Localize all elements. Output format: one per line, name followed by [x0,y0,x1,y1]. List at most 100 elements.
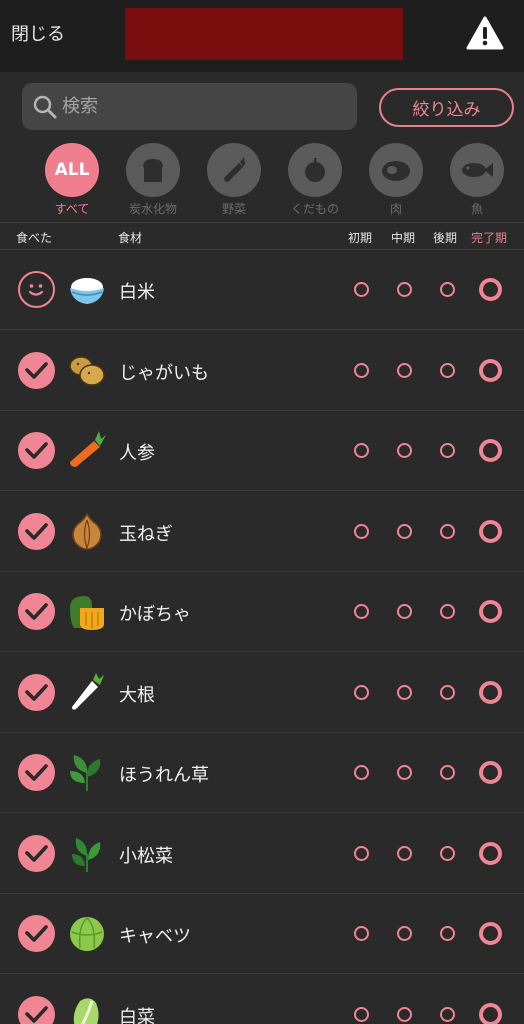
stage-late-circle[interactable] [440,926,455,941]
stage-late-circle[interactable] [440,523,455,539]
eaten-check-icon[interactable] [18,593,55,630]
stage-middle-circle[interactable] [397,765,412,780]
daikon-icon [66,671,108,713]
category-fish[interactable]: 魚 [437,138,517,218]
carrot-icon [224,157,247,182]
stage-late-circle[interactable] [440,765,455,780]
food-name: かぼちゃ [119,604,191,625]
stage-early-circle[interactable] [354,684,369,700]
stage-middle-circle[interactable] [397,1006,412,1022]
food-name: 白菜 [119,1006,155,1024]
food-row[interactable]: かぼちゃ [0,572,524,652]
food-name: 小松菜 [119,845,173,867]
stage-late-circle[interactable] [440,282,455,297]
category-label: 野菜 [221,202,246,216]
column-early: 初期 [348,231,373,245]
category-label: すべて [54,202,90,216]
filter-button[interactable]: 絞り込み [379,88,514,127]
eaten-check-icon[interactable] [18,834,55,872]
stage-middle-circle[interactable] [397,362,412,378]
stage-early-circle[interactable] [354,443,369,458]
stage-late-circle[interactable] [440,845,455,861]
stage-middle-circle[interactable] [397,684,412,700]
food-row[interactable]: 人参 [0,411,524,491]
column-late: 後期 [433,231,458,245]
stage-late-circle[interactable] [440,604,455,619]
food-row[interactable]: キャベツ [0,894,524,974]
not-eaten-face-icon[interactable] [18,271,55,308]
eaten-check-icon[interactable] [18,754,55,791]
stage-early-circle[interactable] [354,523,369,539]
food-row[interactable]: 小松菜 [0,814,524,894]
stage-early-circle[interactable] [354,282,369,297]
eaten-check-icon[interactable] [18,915,55,952]
food-row[interactable]: ほうれん草 [0,733,524,813]
all-badge: ALL [45,143,99,197]
food-row[interactable]: じゃがいも [0,331,524,411]
category-fruits[interactable]: くだもの [275,138,355,218]
stage-complete-circle[interactable] [479,278,502,301]
stage-early-circle[interactable] [354,362,369,378]
food-name: 大根 [119,684,155,706]
column-middle: 中期 [391,231,416,245]
column-header: 食べた 食材 初期 中期 後期 完了期 [0,222,524,250]
category-label: 炭水化物 [128,202,177,216]
stage-late-circle[interactable] [440,443,455,458]
stage-middle-circle[interactable] [397,282,412,297]
column-eaten: 食べた [16,231,53,245]
stage-complete-circle[interactable] [479,680,502,704]
search-input[interactable] [62,83,347,130]
category-bar: ALL すべて 炭水化物 野菜 くだもの 肉 魚 [0,138,524,218]
stage-late-circle[interactable] [440,362,455,378]
food-name: じゃがいも [119,362,209,384]
stage-complete-circle[interactable] [479,358,502,382]
category-meat[interactable]: 肉 [356,138,436,218]
eaten-check-icon[interactable] [18,351,55,389]
stage-complete-circle[interactable] [479,519,502,543]
stage-late-circle[interactable] [440,1006,455,1022]
potato-icon [66,349,108,391]
stage-middle-circle[interactable] [397,443,412,458]
food-name: ほうれん草 [119,765,209,786]
category-carbs[interactable]: 炭水化物 [113,138,193,218]
stage-early-circle[interactable] [354,1006,369,1022]
stage-complete-circle[interactable] [479,439,502,462]
top-bar: 閉じる [0,0,524,72]
close-button[interactable]: 閉じる [11,20,65,46]
category-label: くだもの [290,202,339,216]
stage-early-circle[interactable] [354,604,369,619]
stage-middle-circle[interactable] [397,604,412,619]
stage-complete-circle[interactable] [479,922,502,945]
stage-complete-circle[interactable] [479,1002,502,1024]
warning-triangle-icon[interactable] [466,16,504,50]
stage-middle-circle[interactable] [397,845,412,861]
category-label: 魚 [470,202,483,216]
food-row[interactable]: 大根 [0,653,524,733]
chinese-cabbage-icon [66,993,108,1024]
eaten-check-icon[interactable] [18,995,55,1024]
category-all[interactable]: ALL すべて [32,138,112,218]
food-row[interactable]: 玉ねぎ [0,492,524,572]
category-vegetables[interactable]: 野菜 [194,138,274,218]
stage-early-circle[interactable] [354,926,369,941]
food-name: 玉ねぎ [119,523,173,545]
stage-middle-circle[interactable] [397,926,412,941]
meat-icon [382,161,410,181]
stage-early-circle[interactable] [354,765,369,780]
bread-icon [143,159,163,182]
fish-icon [462,163,493,177]
stage-middle-circle[interactable] [397,523,412,539]
stage-early-circle[interactable] [354,845,369,861]
apple-icon [305,158,325,182]
search-box [22,83,357,130]
stage-complete-circle[interactable] [479,600,502,623]
eaten-check-icon[interactable] [18,673,55,711]
eaten-check-icon[interactable] [18,432,55,469]
stage-complete-circle[interactable] [479,841,502,865]
eaten-check-icon[interactable] [18,512,55,550]
category-label: 肉 [389,202,402,216]
food-row[interactable]: 白米 [0,250,524,330]
stage-complete-circle[interactable] [479,761,502,784]
stage-late-circle[interactable] [440,684,455,700]
food-row[interactable]: 白菜 [0,975,524,1024]
